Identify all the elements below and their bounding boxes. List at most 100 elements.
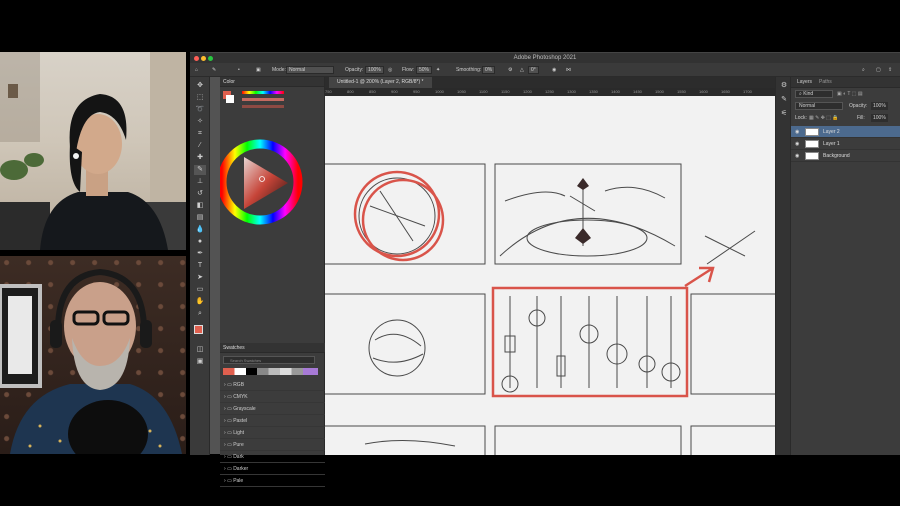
layers-tab[interactable]: Layers (797, 77, 812, 88)
dodge-tool-icon[interactable]: ● (194, 237, 206, 247)
swatch-group-label: RGB (233, 382, 245, 388)
layer-kind-filter[interactable]: ⌕ Kind (795, 90, 833, 98)
fill-input[interactable]: 100% (871, 114, 888, 122)
swatch-group-folder[interactable]: › ▭ Pure (220, 439, 325, 451)
panel-6 (690, 293, 775, 395)
panel-4 (325, 293, 486, 395)
zoom-window-button[interactable] (208, 56, 213, 61)
swatches-panel-tab[interactable]: Swatches (220, 343, 325, 353)
visibility-eye-icon[interactable]: ◉ (795, 138, 799, 150)
tools-panel: ✥ ⬚ ➰ ✧ ⌗ ⁄ ✚ ✎ ⊥ ↺ ◧ ▤ 💧 ● ✒ T ➤ ▭ ✋ ⌕ … (190, 77, 210, 455)
airbrush-icon[interactable]: ✦ (436, 63, 440, 77)
brush-tool-preset-icon[interactable]: ✎ (212, 63, 216, 77)
hue-slider[interactable] (242, 91, 284, 94)
swatch-group-label: Pure (233, 442, 244, 448)
ruler-tick-label: 950 (413, 89, 420, 94)
visibility-eye-icon[interactable]: ◉ (795, 126, 799, 138)
brush-settings-panel-icon[interactable]: ✎ (778, 95, 790, 105)
blend-mode-select[interactable]: Normal (795, 102, 843, 110)
crop-tool-icon[interactable]: ⌗ (194, 129, 206, 139)
swatch-group-folder[interactable]: › ▭ Pale (220, 475, 325, 487)
visibility-eye-icon[interactable]: ◉ (795, 150, 799, 162)
swatch-group-folder[interactable]: › ▭ Dark (220, 451, 325, 463)
paths-tab[interactable]: Paths (819, 77, 832, 88)
search-icon[interactable]: ⌕ (862, 63, 865, 77)
collapsed-panel-strip: ⚙ ✎ ⚟ (775, 77, 790, 455)
close-window-button[interactable] (194, 56, 199, 61)
ruler-tick-label: 1300 (567, 89, 576, 94)
saturation-slider[interactable] (242, 98, 284, 101)
layer-name: Layer 1 (823, 141, 840, 147)
presenter-2-video (0, 268, 182, 454)
ruler-tick-label: 1150 (501, 89, 510, 94)
layer-row-background[interactable]: ◉ Background (791, 150, 900, 162)
hand-tool-icon[interactable]: ✋ (194, 297, 206, 307)
webcam-presenter-1 (0, 52, 186, 250)
swatch-group-label: Darker (233, 466, 249, 472)
color-triangle[interactable] (244, 157, 288, 209)
symmetry-icon[interactable]: ⋈ (566, 63, 571, 77)
swatch-group-folder[interactable]: › ▭ Darker (220, 463, 325, 475)
minimize-window-button[interactable] (201, 56, 206, 61)
layer-opacity-input[interactable]: 100% (871, 102, 888, 110)
home-icon[interactable]: ⌂ (195, 63, 198, 77)
pen-tool-icon[interactable]: ✒ (194, 249, 206, 259)
move-tool-icon[interactable]: ✥ (194, 81, 206, 91)
adjustments-icon[interactable]: ⚟ (778, 109, 790, 119)
quick-mask-icon[interactable]: ◫ (194, 345, 206, 355)
type-tool-icon[interactable]: T (194, 261, 206, 271)
workspace-icon[interactable]: ▢ (876, 63, 881, 77)
smoothing-label: Smoothing: (456, 67, 482, 73)
ruler-tick-label: 1400 (611, 89, 620, 94)
smoothing-settings-icon[interactable]: ⚙ (508, 63, 512, 77)
zoom-tool-icon[interactable]: ⌕ (194, 309, 206, 319)
swatch-group-folder[interactable]: › ▭ RGB (220, 379, 325, 391)
pressure-opacity-icon[interactable]: ◎ (388, 63, 392, 77)
pressure-size-icon[interactable]: ◉ (552, 63, 556, 77)
brush-tool-icon[interactable]: ✎ (194, 165, 206, 175)
screen-mode-icon[interactable]: ▣ (194, 357, 206, 367)
opacity-label: Opacity: (345, 67, 364, 73)
layer-thumbnail (805, 128, 819, 136)
blur-tool-icon[interactable]: 💧 (194, 225, 206, 235)
lock-icons[interactable]: ▦ ✎ ✥ ⬚ 🔒 (809, 112, 839, 124)
mode-label: Mode: (272, 67, 286, 73)
layer-row-layer-2[interactable]: ◉ Layer 2 (791, 126, 900, 138)
marquee-tool-icon[interactable]: ⬚ (194, 93, 206, 103)
document-canvas[interactable] (325, 96, 775, 455)
path-selection-tool-icon[interactable]: ➤ (194, 273, 206, 283)
presenter-1-video (0, 52, 186, 250)
rectangle-tool-icon[interactable]: ▭ (194, 285, 206, 295)
eyedropper-tool-icon[interactable]: ⁄ (194, 141, 206, 151)
history-brush-tool-icon[interactable]: ↺ (194, 189, 206, 199)
ruler-tick-label: 1550 (677, 89, 686, 94)
document-tab[interactable]: Untitled-1 @ 200% (Layer 2, RGB/8*) * (329, 77, 432, 88)
share-icon[interactable]: ⇪ (888, 63, 892, 77)
healing-brush-tool-icon[interactable]: ✚ (194, 153, 206, 163)
ruler-tick-label: 1600 (699, 89, 708, 94)
horizontal-ruler: 750 800 850 900 950 1000 1050 1100 1150 1200 1250 1… (325, 88, 775, 96)
clone-stamp-tool-icon[interactable]: ⊥ (194, 177, 206, 187)
swatch-group-folder[interactable]: › ▭ Light (220, 427, 325, 439)
recent-swatches-row[interactable] (223, 368, 318, 375)
foreground-color-swatch[interactable] (194, 325, 203, 334)
brush-settings-icon[interactable]: ▣ (256, 63, 261, 77)
eraser-tool-icon[interactable]: ◧ (194, 201, 206, 211)
color-bg-chip[interactable] (226, 95, 234, 103)
brightness-slider[interactable] (242, 105, 284, 108)
layer-filter-icons[interactable]: ▣ ◐ T ⬚ ▤ (837, 88, 863, 100)
quick-select-tool-icon[interactable]: ✧ (194, 117, 206, 127)
swatch-search-input[interactable]: Search Swatches (223, 356, 315, 364)
brush-size-indicator[interactable]: • (238, 63, 240, 77)
swatch-group-folder[interactable]: › ▭ Pastel (220, 415, 325, 427)
layer-row-layer-1[interactable]: ◉ Layer 1 (791, 138, 900, 150)
layer-kind-filter-value: Kind (803, 91, 814, 97)
gradient-tool-icon[interactable]: ▤ (194, 213, 206, 223)
ruler-tick-label: 1050 (457, 89, 466, 94)
color-panel-tab[interactable]: Color (220, 77, 324, 87)
swatch-group-folder[interactable]: › ▭ Grayscale (220, 403, 325, 415)
swatch-group-folder[interactable]: › ▭ CMYK (220, 391, 325, 403)
lasso-tool-icon[interactable]: ➰ (194, 105, 206, 115)
smoothing-value: 0% (482, 66, 496, 74)
properties-icon[interactable]: ⚙ (778, 81, 790, 91)
